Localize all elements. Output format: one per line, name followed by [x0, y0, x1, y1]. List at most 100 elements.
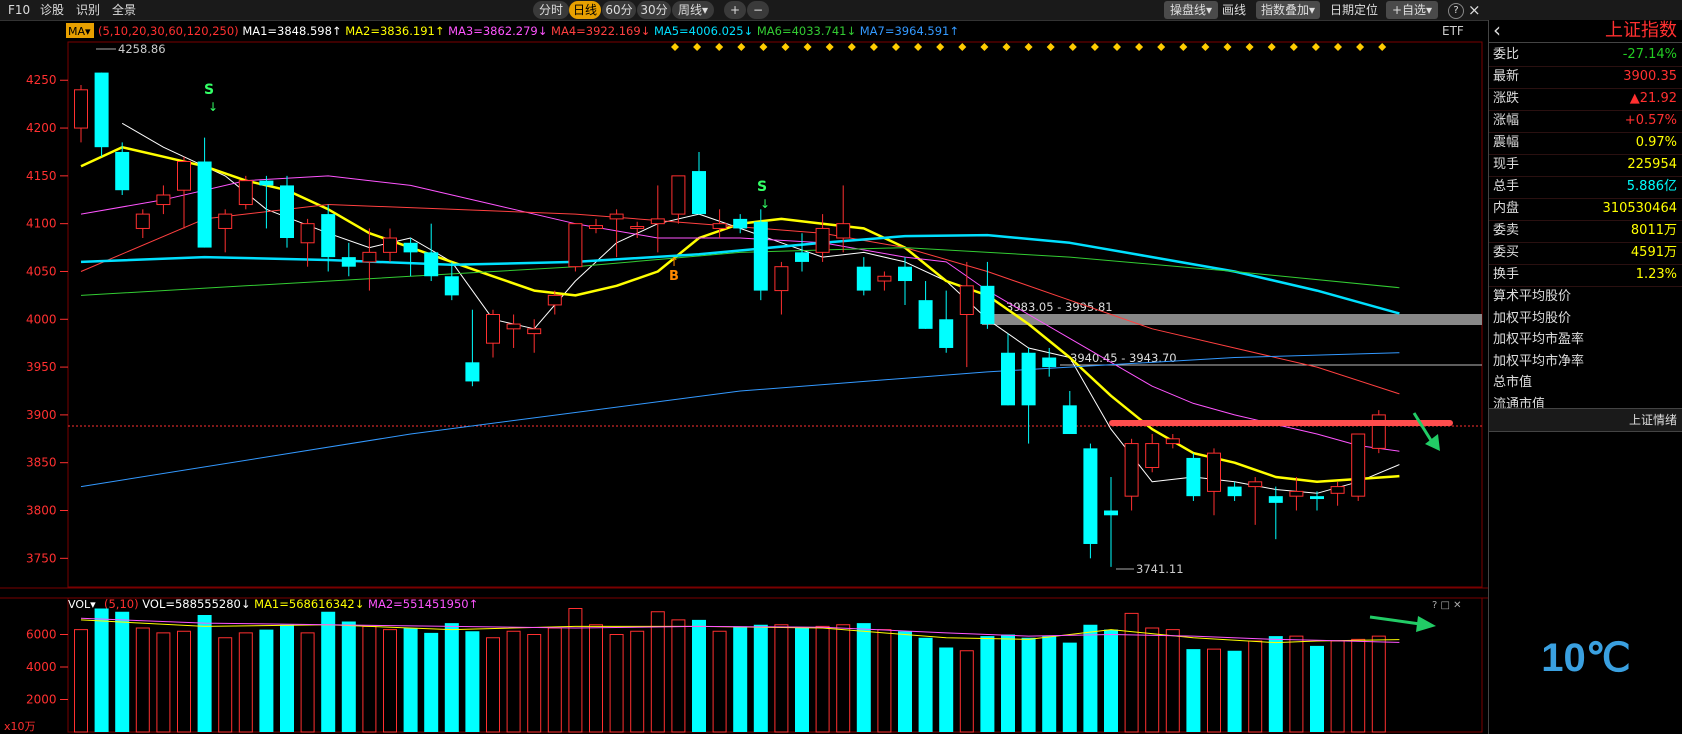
- candle-body: [980, 285, 995, 325]
- volume-axis: 6000 4000 2000: [26, 628, 68, 707]
- quote-label: 涨幅: [1493, 113, 1520, 128]
- price-tick-label: 3750: [26, 551, 57, 565]
- back-icon[interactable]: ‹: [1493, 18, 1501, 42]
- ma-line-ma7: [80, 352, 1400, 488]
- volume-bar: [733, 626, 748, 732]
- candle: [1083, 443, 1098, 559]
- close-icon[interactable]: ×: [1468, 0, 1481, 20]
- signal-diamond: [1201, 43, 1210, 51]
- tab-weekly[interactable]: 周线▾: [672, 1, 714, 19]
- signal-diamond: [914, 43, 923, 51]
- index-overlay-menu[interactable]: 指数叠加▾: [1256, 1, 1320, 19]
- signal-diamond: [847, 43, 856, 51]
- volume-bar: [177, 630, 191, 733]
- date-locate-button[interactable]: 日期定位: [1330, 0, 1378, 20]
- kline-chart[interactable]: MA▾ (5,10,20,30,60,120,250) MA1=3848.598…: [0, 20, 1488, 734]
- candle-body: [1186, 457, 1201, 497]
- quote-row: 震幅 0.97%: [1489, 132, 1682, 155]
- volume-bar: [774, 624, 789, 733]
- ma-legend-item: MA7=3964.591↑: [860, 24, 959, 38]
- ma-legend-item: MA5=4006.025↓: [654, 24, 757, 38]
- candle: [486, 309, 500, 358]
- candle-body: [1227, 486, 1242, 497]
- candle-body: [1248, 481, 1263, 488]
- band-label-upper: 3983.05 - 3995.81: [1006, 300, 1113, 314]
- signal-diamond: [1090, 43, 1099, 51]
- quote-label: 换手: [1493, 267, 1520, 282]
- candle: [94, 72, 109, 157]
- volume-tick-label: 2000: [26, 693, 57, 707]
- volume-tick-label: 6000: [26, 628, 57, 642]
- candle-body: [362, 251, 377, 263]
- ma-selector[interactable]: MA▾: [68, 25, 91, 38]
- candle-body: [1083, 448, 1098, 544]
- tab-daily[interactable]: 日线: [569, 1, 601, 19]
- volume-bar: [836, 624, 851, 733]
- ma-legend-item: MA1=3848.598↑: [242, 24, 345, 38]
- candle-body: [547, 294, 562, 306]
- candle: [1001, 333, 1015, 406]
- identify-button[interactable]: 识别: [76, 0, 100, 20]
- candle: [197, 137, 212, 248]
- volume-bar: [259, 629, 274, 732]
- candle: [1042, 347, 1057, 377]
- sell-signal-arrow-icon: ↓: [208, 100, 218, 114]
- quote-row: 涨跌 ▲21.92: [1489, 88, 1682, 111]
- tab-timeshare[interactable]: 分时: [533, 1, 569, 19]
- volume-bar: [527, 634, 542, 733]
- resistance-band: [982, 314, 1482, 325]
- tab-30min[interactable]: 30分: [637, 1, 671, 19]
- zoom-in-button[interactable]: +: [724, 1, 746, 19]
- candle-body: [1042, 357, 1057, 368]
- low-label: 3741.11: [1136, 562, 1184, 576]
- f10-button[interactable]: F10: [8, 0, 30, 20]
- quote-row: 现手 225954: [1489, 154, 1682, 177]
- diagnose-button[interactable]: 诊股: [40, 0, 64, 20]
- quote-label: 内盘: [1493, 201, 1520, 216]
- volume-bar: [795, 628, 809, 732]
- volume-bar: [1330, 640, 1345, 733]
- vol-legend-item: MA1=568616342↓: [254, 597, 368, 611]
- candle-body: [1310, 496, 1324, 500]
- volume-bar: [918, 637, 933, 732]
- draw-line-button[interactable]: 画线: [1222, 0, 1246, 20]
- quote-panel: ‹ 上证指数 委比 -27.14% 最新 3900.35 涨跌 ▲21.92 涨幅 +0.57…: [1488, 18, 1682, 734]
- candle: [1371, 410, 1386, 454]
- price-tick-label: 4100: [26, 217, 57, 231]
- ma-legend-item: MA2=3836.191↑: [345, 24, 448, 38]
- quote-value: 310530464: [1602, 201, 1677, 216]
- pane-controls-icon[interactable]: ? □ ✕: [1432, 600, 1462, 611]
- panel-title: 上证指数: [1605, 20, 1677, 41]
- price-tick-label: 3800: [26, 504, 57, 518]
- statistics-item: 加权平均市净率: [1493, 353, 1585, 369]
- quote-label: 震幅: [1493, 135, 1520, 150]
- vol-legend-item: MA2=551451950↑: [368, 597, 478, 611]
- tab-60min[interactable]: 60分: [602, 1, 636, 19]
- zoom-out-button[interactable]: −: [747, 1, 769, 19]
- volume-bar: [1207, 648, 1221, 733]
- help-icon[interactable]: ?: [1448, 3, 1464, 19]
- volume-bar: [589, 624, 603, 733]
- volume-bar: [300, 632, 315, 733]
- candle-body: [135, 213, 150, 229]
- signal-diamond: [1356, 43, 1365, 51]
- quote-row: 委买 4591万: [1489, 242, 1682, 265]
- candle-body: [630, 226, 645, 229]
- price-tick-label: 3950: [26, 360, 57, 374]
- add-watchlist-menu[interactable]: +自选▾: [1386, 1, 1438, 19]
- candle-body: [1351, 433, 1366, 497]
- candle-body: [383, 237, 397, 253]
- candle-body: [280, 185, 294, 239]
- candle-body: [1021, 352, 1036, 406]
- candle: [568, 223, 583, 272]
- volume-bar: [238, 632, 253, 733]
- signal-diamond: [737, 43, 746, 51]
- trading-line-menu[interactable]: 操盘线▾: [1164, 1, 1218, 19]
- panorama-button[interactable]: 全景: [112, 0, 136, 20]
- volume-bar: [630, 630, 645, 733]
- signal-diamond: [693, 43, 702, 51]
- price-tick-label: 4150: [26, 169, 57, 183]
- volume-bar: [959, 650, 974, 733]
- vol-selector[interactable]: VOL▾: [68, 598, 96, 611]
- volume-bar: [671, 619, 686, 733]
